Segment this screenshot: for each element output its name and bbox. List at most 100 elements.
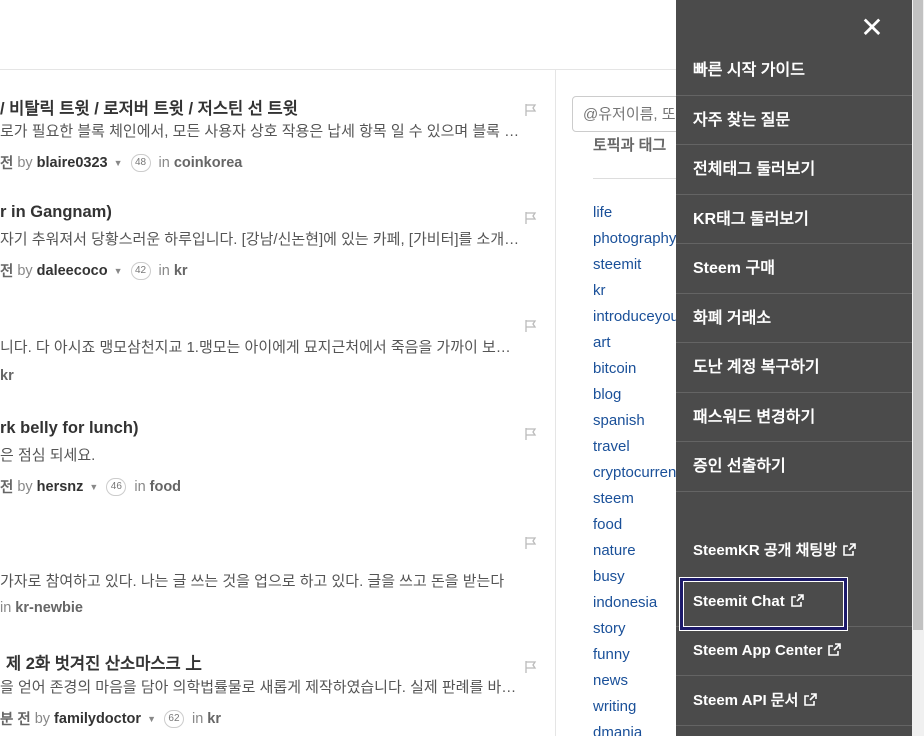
tag-link[interactable]: food <box>593 512 686 538</box>
post-title[interactable]: 제 2화 벗겨진 산소마스크 上 <box>6 650 202 674</box>
in-label: in <box>191 710 204 727</box>
menu-item-kr-tags[interactable]: KR태그 둘러보기 <box>676 195 912 244</box>
tag-link[interactable]: blog <box>593 382 686 408</box>
tag-link[interactable]: life <box>593 200 686 226</box>
tag-link[interactable]: news <box>593 668 686 694</box>
tag-link[interactable]: cryptocurrency <box>593 460 686 486</box>
post-category[interactable]: kr <box>0 368 14 384</box>
post-time: 전 <box>0 156 14 172</box>
post-meta: in kr-newbie <box>0 600 83 616</box>
post-title[interactable]: / 비탈릭 트윗 / 로저버 트윗 / 저스틴 선 트윗 <box>0 95 298 119</box>
chevron-down-icon[interactable]: ▼ <box>114 266 123 276</box>
post-title[interactable]: rk belly for lunch) <box>0 419 138 438</box>
divider <box>593 178 686 179</box>
post-summary[interactable]: 로가 필요한 블록 체인에서, 모든 사용자 상호 작용은 납세 항목 일 수 … <box>0 120 520 141</box>
reputation-badge: 46 <box>106 477 127 496</box>
external-link-icon <box>843 543 856 556</box>
reputation-badge: 42 <box>130 261 151 280</box>
by-label: by <box>17 478 33 495</box>
in-label: in <box>158 262 170 279</box>
external-link-icon <box>790 594 804 607</box>
tag-link[interactable]: introduceyourself <box>593 304 686 330</box>
side-menu: ✕ 빠른 시작 가이드 자주 찾는 질문 전체태그 둘러보기 KR태그 둘러보기… <box>676 0 912 736</box>
post-category[interactable]: kr <box>207 711 221 727</box>
tag-link[interactable]: funny <box>593 642 686 668</box>
flag-icon[interactable] <box>524 660 538 674</box>
flag-icon[interactable] <box>524 536 538 550</box>
menu-item-api-docs[interactable]: Steem API 문서 <box>676 676 912 726</box>
tag-link[interactable]: art <box>593 330 686 356</box>
post-summary[interactable]: 자기 추워져서 당황스러운 하루입니다. [강남/신논현]에 있는 카페, [가… <box>0 228 520 249</box>
post-item[interactable]: r in Gangnam) 자기 추워져서 당황스러운 하루입니다. [강남/신… <box>0 178 555 286</box>
tag-link[interactable]: nature <box>593 538 686 564</box>
post-feed: / 비탈릭 트윗 / 로저버 트윗 / 저스틴 선 트윗 로가 필요한 블록 체… <box>0 70 556 736</box>
external-link-icon <box>804 693 818 706</box>
post-item[interactable]: 제 2화 벗겨진 산소마스크 上 을 얻어 존경의 마음을 담아 의학법률물로 … <box>0 628 555 736</box>
tag-link[interactable]: kr <box>593 278 686 304</box>
post-summary[interactable]: 니다. 다 아시죠 맹모삼천지교 1.맹모는 아이에게 묘지근처에서 죽음을 가… <box>0 336 520 357</box>
post-meta: 전 by hersnz ▼ 46 in food <box>0 476 181 497</box>
chevron-down-icon[interactable]: ▼ <box>114 158 123 168</box>
menu-item-vote-witness[interactable]: 증인 선출하기 <box>676 442 912 492</box>
post-category[interactable]: kr <box>174 263 188 279</box>
tag-link[interactable]: bitcoin <box>593 356 686 382</box>
in-label: in <box>134 478 146 495</box>
tag-link[interactable]: indonesia <box>593 590 686 616</box>
tag-link[interactable]: travel <box>593 434 686 460</box>
post-author[interactable]: familydoctor <box>54 711 141 727</box>
menu-item-all-tags[interactable]: 전체태그 둘러보기 <box>676 145 912 195</box>
post-category[interactable]: coinkorea <box>174 155 243 171</box>
flag-icon[interactable] <box>524 427 538 441</box>
sidebar: 토픽과 태그 life photography steemit kr intro… <box>556 70 686 736</box>
tag-link[interactable]: writing <box>593 694 686 720</box>
in-label: in <box>0 600 12 616</box>
close-icon[interactable]: ✕ <box>854 10 890 46</box>
tag-link[interactable]: photography <box>593 226 686 252</box>
menu-item-recover-account[interactable]: 도난 계정 복구하기 <box>676 343 912 393</box>
reputation-badge: 48 <box>130 153 151 172</box>
scrollbar-thumb[interactable] <box>913 0 923 630</box>
tag-link[interactable]: dmania <box>593 720 686 736</box>
post-author[interactable]: blaire0323 <box>37 155 108 171</box>
post-meta: 전 by blaire0323 ▼ 48 in coinkorea <box>0 152 242 173</box>
post-summary[interactable]: 을 얻어 존경의 마음을 담아 의학법률물로 새롭게 제작하였습니다. 실제 판… <box>0 676 520 697</box>
post-item[interactable]: / 비탈릭 트윗 / 로저버 트윗 / 저스틴 선 트윗 로가 필요한 블록 체… <box>0 70 555 178</box>
by-label: by <box>17 262 33 279</box>
menu-item-steemkr-chat[interactable]: SteemKR 공개 채팅방 <box>676 526 912 576</box>
post-item[interactable]: rk belly for lunch) 은 점심 되세요. 전 by hersn… <box>0 394 555 502</box>
post-category[interactable]: kr-newbie <box>15 600 83 616</box>
flag-icon[interactable] <box>524 211 538 225</box>
post-title[interactable]: r in Gangnam) <box>0 203 112 222</box>
menu-item-app-center[interactable]: Steem App Center <box>676 626 912 676</box>
flag-icon[interactable] <box>524 319 538 333</box>
post-meta: kr <box>0 368 14 384</box>
in-label: in <box>158 154 170 171</box>
scrollbar[interactable] <box>912 0 924 736</box>
menu-item-exchange[interactable]: 화폐 거래소 <box>676 294 912 343</box>
menu-item-label: SteemKR 공개 채팅방 <box>693 542 838 559</box>
flag-icon[interactable] <box>524 103 538 117</box>
chevron-down-icon[interactable]: ▼ <box>147 714 156 724</box>
tag-link[interactable]: steemit <box>593 252 686 278</box>
tag-link[interactable]: story <box>593 616 686 642</box>
post-category[interactable]: food <box>150 479 181 495</box>
menu-item-faq[interactable]: 자주 찾는 질문 <box>676 96 912 145</box>
post-author[interactable]: hersnz <box>37 479 84 495</box>
post-summary[interactable]: 가자로 참여하고 있다. 나는 글 쓰는 것을 업으로 하고 있다. 글을 쓰고… <box>0 570 520 591</box>
by-label: by <box>34 710 51 727</box>
post-summary[interactable]: 은 점심 되세요. <box>0 444 520 465</box>
menu-item-quick-start[interactable]: 빠른 시작 가이드 <box>676 46 912 96</box>
post-item[interactable]: 니다. 다 아시죠 맹모삼천지교 1.맹모는 아이에게 묘지근처에서 죽음을 가… <box>0 286 555 394</box>
search-input[interactable] <box>572 96 686 132</box>
tag-link[interactable]: busy <box>593 564 686 590</box>
menu-item-buy-steem[interactable]: Steem 구매 <box>676 244 912 294</box>
post-author[interactable]: daleecoco <box>37 263 108 279</box>
menu-item-steemit-chat[interactable]: Steemit Chat <box>676 577 912 627</box>
menu-item-label: Steem API 문서 <box>693 692 799 709</box>
post-item[interactable]: 가자로 참여하고 있다. 나는 글 쓰는 것을 업으로 하고 있다. 글을 쓰고… <box>0 502 555 616</box>
tag-link[interactable]: spanish <box>593 408 686 434</box>
chevron-down-icon[interactable]: ▼ <box>89 482 98 492</box>
menu-list: 빠른 시작 가이드 자주 찾는 질문 전체태그 둘러보기 KR태그 둘러보기 S… <box>676 46 912 492</box>
tag-link[interactable]: steem <box>593 486 686 512</box>
menu-item-change-password[interactable]: 패스워드 변경하기 <box>676 393 912 442</box>
